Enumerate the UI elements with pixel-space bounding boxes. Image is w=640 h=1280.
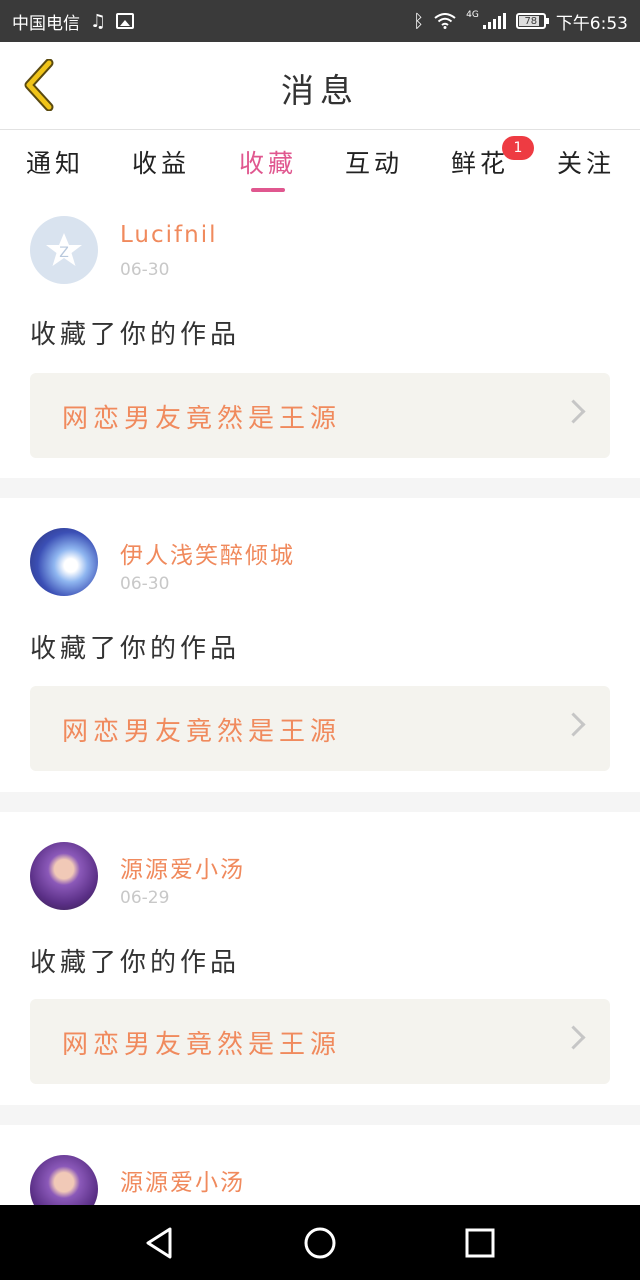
avatar[interactable] — [30, 1155, 98, 1205]
nav-recents-icon[interactable] — [460, 1223, 500, 1263]
work-title: 网恋男友竟然是王源 — [62, 1030, 342, 1060]
divider — [0, 792, 640, 812]
music-note-icon: ♫ — [90, 10, 107, 32]
chevron-right-icon — [561, 399, 586, 424]
tab-bar: 通知 收益 收藏 互动 鲜花 1 关注 — [0, 130, 640, 198]
tab-interactions[interactable]: 互动 — [334, 144, 414, 180]
wifi-icon — [434, 13, 456, 29]
svg-text:Z: Z — [59, 245, 69, 261]
avatar[interactable] — [30, 528, 98, 596]
username[interactable]: Lucifnil — [120, 222, 217, 248]
chevron-right-icon — [561, 712, 586, 737]
tab-label: 通知 — [25, 149, 84, 178]
nav-home-icon[interactable] — [300, 1223, 340, 1263]
system-nav-bar — [0, 1205, 640, 1280]
header: 消息 — [0, 42, 640, 130]
battery-icon: 78 — [515, 13, 549, 29]
clock: 下午6:53 — [555, 13, 628, 34]
tab-label: 互动 — [344, 149, 403, 178]
tab-label: 收益 — [131, 149, 190, 178]
timestamp: 06-30 — [120, 574, 170, 594]
username[interactable]: 伊人浅笑醉倾城 — [120, 536, 295, 570]
work-link[interactable]: 网恋男友竟然是王源 — [30, 373, 610, 458]
divider — [0, 1105, 640, 1125]
signal-icon — [482, 13, 506, 29]
tab-favorites[interactable]: 收藏 — [228, 144, 308, 192]
divider — [0, 478, 640, 498]
bluetooth-icon: ᛒ — [413, 10, 425, 32]
username[interactable]: 源源爱小汤 — [120, 850, 245, 884]
carrier-label: 中国电信 — [12, 13, 80, 34]
work-title: 网恋男友竟然是王源 — [62, 404, 342, 434]
action-text: 收藏了你的作品 — [30, 948, 241, 978]
username[interactable]: 源源爱小汤 — [120, 1163, 245, 1197]
list-item: 伊人浅笑醉倾城 06-30 收藏了你的作品 网恋男友竟然是王源 — [0, 498, 640, 778]
work-title: 网恋男友竟然是王源 — [62, 717, 342, 747]
tab-label: 鲜花 — [450, 149, 509, 178]
tab-label: 收藏 — [238, 149, 297, 178]
status-bar: 中国电信 ♫ ᛒ 4G 78 下午6:53 — [0, 0, 640, 42]
work-link[interactable]: 网恋男友竟然是王源 — [30, 999, 610, 1084]
active-tab-indicator — [251, 188, 285, 192]
tab-flowers[interactable]: 鲜花 1 — [440, 136, 534, 180]
timestamp: 06-30 — [120, 260, 170, 280]
default-avatar-icon: Z — [46, 233, 82, 266]
action-text: 收藏了你的作品 — [30, 634, 241, 664]
network-type-label: 4G — [466, 10, 479, 20]
action-text: 收藏了你的作品 — [30, 320, 241, 350]
tab-label: 关注 — [556, 149, 615, 178]
list-item: 源源爱小汤 — [0, 1125, 640, 1205]
page-title: 消息 — [281, 71, 359, 110]
tab-earnings[interactable]: 收益 — [121, 144, 201, 180]
nav-back-icon[interactable] — [140, 1223, 180, 1263]
list-item: 源源爱小汤 06-29 收藏了你的作品 网恋男友竟然是王源 — [0, 812, 640, 1092]
tab-following[interactable]: 关注 — [546, 144, 626, 180]
image-icon — [116, 13, 135, 29]
list-item: Z Lucifnil 06-30 收藏了你的作品 网恋男友竟然是王源 — [0, 198, 640, 478]
avatar[interactable]: Z — [30, 216, 98, 284]
unread-badge: 1 — [502, 136, 534, 160]
avatar[interactable] — [30, 842, 98, 910]
chevron-right-icon — [561, 1025, 586, 1050]
tab-notice[interactable]: 通知 — [15, 144, 95, 180]
timestamp: 06-29 — [120, 888, 170, 908]
work-link[interactable]: 网恋男友竟然是王源 — [30, 686, 610, 771]
battery-level: 78 — [524, 15, 538, 27]
